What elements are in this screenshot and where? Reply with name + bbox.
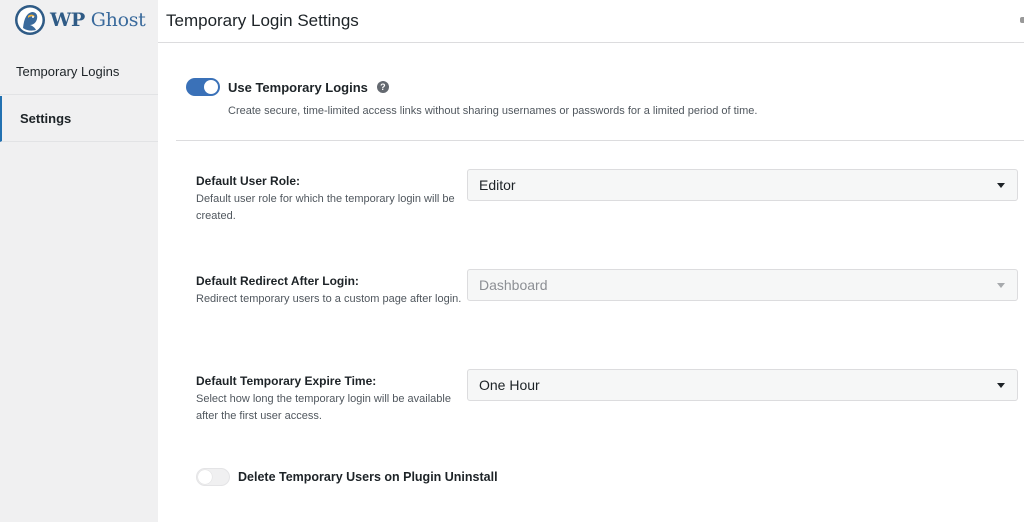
use-temporary-logins-toggle[interactable] bbox=[186, 78, 220, 96]
chevron-down-icon bbox=[997, 183, 1005, 188]
use-temporary-logins-row: Use Temporary Logins ? bbox=[186, 78, 389, 96]
sidebar-item-label: Temporary Logins bbox=[16, 63, 120, 79]
delete-on-uninstall-row: Delete Temporary Users on Plugin Uninsta… bbox=[196, 468, 498, 486]
default-user-role-field: Default User Role: Default user role for… bbox=[196, 169, 1024, 225]
brand-name: WP Ghost bbox=[50, 9, 146, 31]
default-user-role-select[interactable]: Editor bbox=[467, 169, 1018, 201]
sidebar-item-label: Settings bbox=[20, 111, 72, 126]
select-value: Editor bbox=[479, 177, 516, 193]
default-redirect-field: Default Redirect After Login: Redirect t… bbox=[196, 269, 1024, 308]
toggle-knob bbox=[198, 470, 212, 484]
page-header: Temporary Login Settings bbox=[158, 0, 1024, 43]
main-content: Temporary Login Settings Use Temporary L… bbox=[158, 0, 1024, 522]
page-title: Temporary Login Settings bbox=[166, 11, 359, 30]
sidebar: WP Ghost Temporary Logins Settings bbox=[0, 0, 158, 522]
toggle-knob bbox=[204, 80, 218, 94]
delete-on-uninstall-toggle[interactable] bbox=[196, 468, 230, 486]
default-redirect-select: Dashboard bbox=[467, 269, 1018, 301]
chevron-down-icon bbox=[997, 283, 1005, 288]
brand-logo-link[interactable]: WP Ghost bbox=[14, 4, 146, 36]
chevron-down-icon bbox=[997, 383, 1005, 388]
select-value: One Hour bbox=[479, 377, 540, 393]
section-divider bbox=[176, 140, 1024, 141]
default-expire-time-select[interactable]: One Hour bbox=[467, 369, 1018, 401]
sidebar-item-settings[interactable]: Settings bbox=[0, 96, 158, 142]
delete-on-uninstall-label: Delete Temporary Users on Plugin Uninsta… bbox=[238, 470, 498, 484]
use-temporary-logins-description: Create secure, time-limited access links… bbox=[228, 105, 758, 117]
field-description: Redirect temporary users to a custom pag… bbox=[196, 293, 462, 305]
field-description: Default user role for which the temporar… bbox=[196, 193, 455, 222]
help-icon[interactable]: ? bbox=[376, 81, 389, 93]
sidebar-item-temporary-logins[interactable]: Temporary Logins bbox=[0, 48, 158, 95]
field-description: Select how long the temporary login will… bbox=[196, 393, 451, 422]
select-value: Dashboard bbox=[479, 277, 548, 293]
use-temporary-logins-label: Use Temporary Logins bbox=[228, 79, 368, 95]
ghost-logo-icon bbox=[15, 5, 45, 35]
default-expire-time-field: Default Temporary Expire Time: Select ho… bbox=[196, 369, 1024, 425]
header-edge-control bbox=[1020, 17, 1024, 23]
